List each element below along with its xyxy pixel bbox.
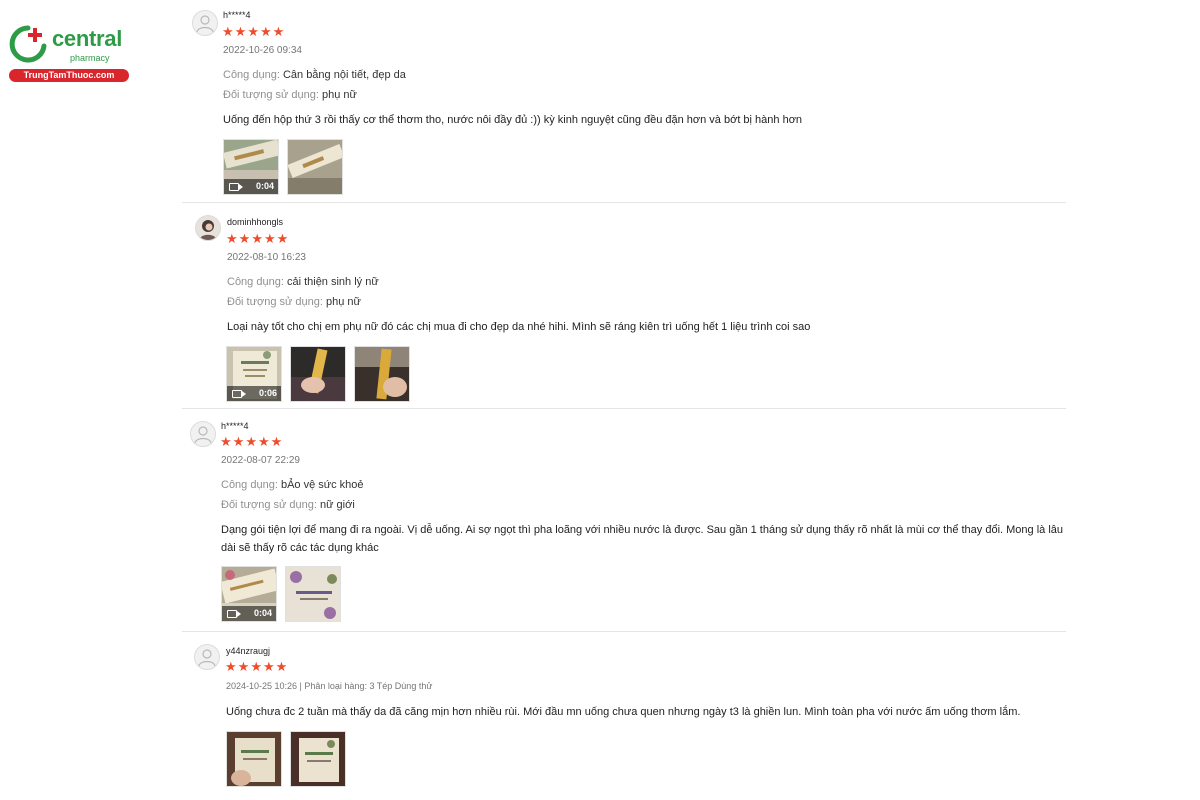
star-icon: ★ xyxy=(250,659,262,674)
review-video-thumbnail[interactable]: 0:04 xyxy=(223,139,279,195)
attr-label: Công dụng: xyxy=(227,276,284,288)
review-attr-cong-dung: Công dụng: Cân bằng nội tiết, đẹp da xyxy=(223,69,406,81)
review-attr-doi-tuong: Đối tượng sử dụng: phụ nữ xyxy=(227,296,361,308)
star-icon: ★ xyxy=(272,24,285,39)
star-icon: ★ xyxy=(262,659,275,674)
star-rating: ★ ★ ★ ★ ★ xyxy=(222,25,284,39)
logo-site: TrungTamThuoc.com xyxy=(9,69,129,82)
review-divider xyxy=(182,202,1066,203)
avatar[interactable] xyxy=(192,10,218,36)
review-comment: Dạng gói tiện lợi để mang đi ra ngoài. V… xyxy=(221,524,1063,554)
attr-value: cải thiện sinh lý nữ xyxy=(286,276,379,288)
product-photo xyxy=(355,347,409,401)
review-username: dominhhongls xyxy=(227,217,284,227)
review-date: 2022-08-07 22:29 xyxy=(221,455,300,466)
star-icon: ★ xyxy=(238,231,251,246)
review-image-thumbnail[interactable] xyxy=(290,731,346,787)
star-icon: ★ xyxy=(245,434,257,449)
review-video-thumbnail[interactable]: 0:06 xyxy=(226,346,282,402)
review-username: h*****4 xyxy=(223,10,251,20)
review-image-thumbnail[interactable] xyxy=(226,731,282,787)
video-camera-icon xyxy=(232,390,246,398)
video-duration: 0:06 xyxy=(258,388,277,398)
attr-label: Đối tượng sử dụng: xyxy=(221,499,317,511)
product-photo xyxy=(291,347,345,401)
attr-label: Đối tượng sử dụng: xyxy=(227,296,323,308)
review-attr-cong-dung: Công dụng: cải thiện sinh lý nữ xyxy=(227,276,379,288)
review-divider xyxy=(182,408,1066,409)
attr-label: Đối tượng sử dụng: xyxy=(223,89,319,101)
review-image-thumbnail[interactable] xyxy=(354,346,410,402)
attr-value: phụ nữ xyxy=(322,89,357,101)
review-attr-doi-tuong: Đối tượng sử dụng: nữ giới xyxy=(221,499,355,511)
pharmacy-cross-icon xyxy=(9,25,47,63)
product-photo xyxy=(288,140,342,194)
user-placeholder-icon xyxy=(196,15,214,33)
video-overlay: 0:04 xyxy=(224,179,278,194)
video-camera-icon xyxy=(227,610,241,618)
attr-value: nữ giới xyxy=(320,499,355,511)
review-comment: Loại này tốt cho chị em phụ nữ đó các ch… xyxy=(227,321,811,333)
review-image-thumbnail[interactable] xyxy=(290,346,346,402)
star-icon: ★ xyxy=(222,24,234,39)
review-comment: Uống đến hộp thứ 3 rồi thấy cơ thể thơm … xyxy=(223,114,803,126)
review-attr-doi-tuong: Đối tượng sử dụng: phụ nữ xyxy=(223,89,357,101)
star-icon: ★ xyxy=(259,24,272,39)
attr-label: Công dụng: xyxy=(223,69,280,81)
review-date: 2022-10-26 09:34 xyxy=(223,45,302,56)
brand-logo[interactable]: central pharmacy TrungTamThuoc.com xyxy=(6,22,129,84)
star-icon: ★ xyxy=(232,434,245,449)
user-placeholder-icon xyxy=(198,649,216,667)
star-rating: ★ ★ ★ ★ ★ xyxy=(220,435,282,449)
product-photo xyxy=(227,732,281,786)
star-icon: ★ xyxy=(247,24,259,39)
star-icon: ★ xyxy=(237,659,250,674)
video-duration: 0:04 xyxy=(253,608,272,618)
attr-value: Cân bằng nội tiết, đẹp da xyxy=(282,69,406,81)
review-image-thumbnail[interactable] xyxy=(285,566,341,622)
review-username: h*****4 xyxy=(221,421,249,431)
star-icon: ★ xyxy=(220,434,232,449)
logo-subtitle: pharmacy xyxy=(70,53,110,63)
avatar[interactable] xyxy=(190,421,216,447)
video-overlay: 0:06 xyxy=(227,386,281,401)
review-video-thumbnail[interactable]: 0:04 xyxy=(221,566,277,622)
star-rating: ★ ★ ★ ★ ★ xyxy=(226,232,288,246)
review-date: 2022-08-10 16:23 xyxy=(227,252,306,263)
review-comment: Uống chưa đc 2 tuần mà thấy da đã căng m… xyxy=(226,706,1021,718)
logo-name: central xyxy=(52,26,123,51)
avatar[interactable] xyxy=(194,644,220,670)
star-icon: ★ xyxy=(234,24,247,39)
star-icon: ★ xyxy=(263,231,276,246)
avatar[interactable] xyxy=(195,215,221,241)
video-duration: 0:04 xyxy=(255,181,274,191)
review-date: 2024-10-25 10:26 | Phân loại hàng: 3 Tép… xyxy=(226,681,433,691)
user-placeholder-icon xyxy=(194,426,212,444)
star-icon: ★ xyxy=(225,659,237,674)
star-icon: ★ xyxy=(275,659,288,674)
product-photo xyxy=(291,732,345,786)
star-icon: ★ xyxy=(270,434,283,449)
attr-label: Công dụng: xyxy=(221,479,278,491)
review-image-thumbnail[interactable] xyxy=(287,139,343,195)
review-username: y44nzraugj xyxy=(226,646,271,656)
review-divider xyxy=(182,631,1066,632)
video-camera-icon xyxy=(229,183,243,191)
star-icon: ★ xyxy=(276,231,289,246)
star-rating: ★ ★ ★ ★ ★ xyxy=(225,660,287,674)
product-photo xyxy=(286,567,340,621)
review-attr-cong-dung: Công dụng: bẢo vệ sức khoẻ xyxy=(221,479,364,491)
star-icon: ★ xyxy=(257,434,270,449)
attr-value: phụ nữ xyxy=(326,296,361,308)
user-photo xyxy=(196,216,220,240)
star-icon: ★ xyxy=(251,231,263,246)
attr-value: bẢo vệ sức khoẻ xyxy=(280,479,364,491)
star-icon: ★ xyxy=(226,231,238,246)
video-overlay: 0:04 xyxy=(222,606,276,621)
